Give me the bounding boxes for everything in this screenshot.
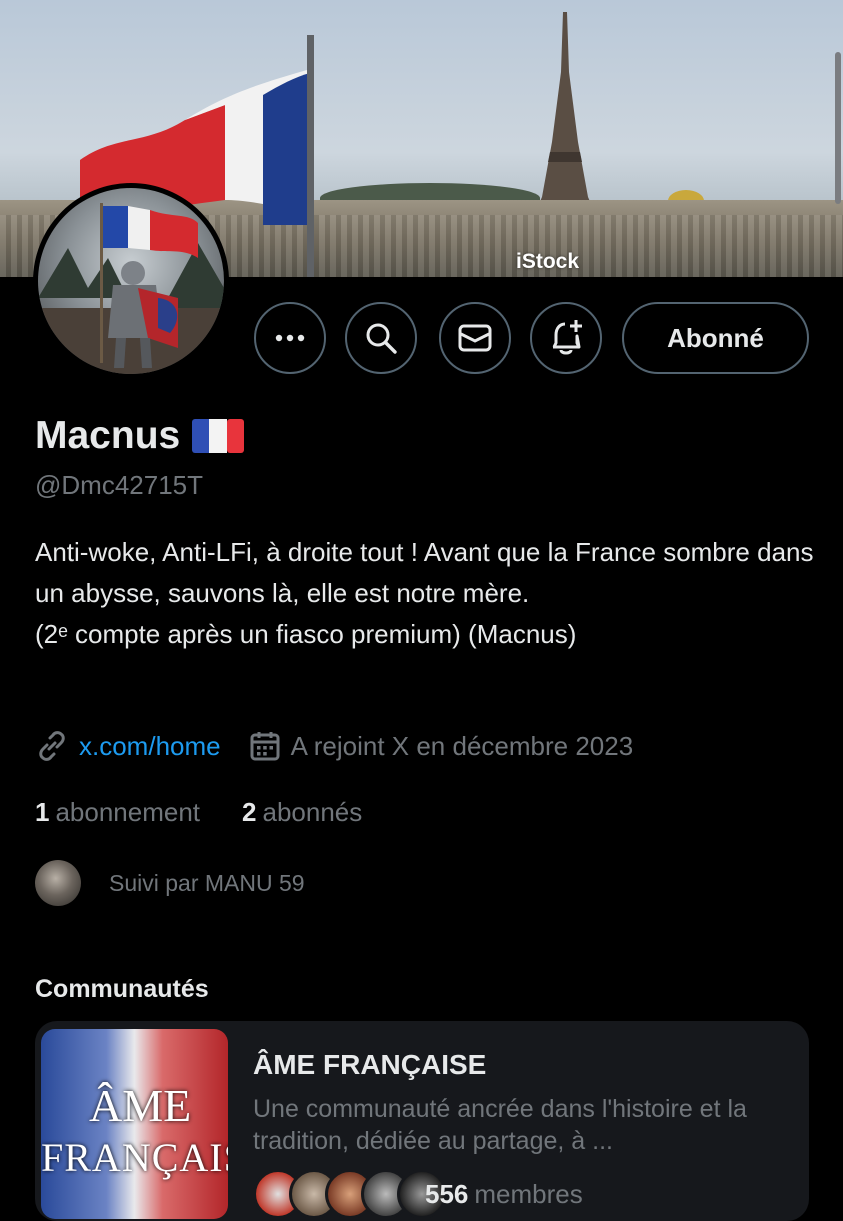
more-icon (275, 334, 305, 342)
message-button[interactable] (439, 302, 511, 374)
communities-title: Communautés (35, 975, 209, 1003)
community-image-text-2: FRANÇAISE (41, 1135, 228, 1180)
avatar-image (38, 188, 224, 374)
community-image: ÂME FRANÇAISE (41, 1029, 228, 1219)
flag-mast (307, 35, 314, 277)
profile-name: Macnus (35, 414, 181, 457)
notifications-button[interactable] (530, 302, 602, 374)
follow-button[interactable]: Abonné (622, 302, 809, 374)
member-count-number: 556 (425, 1179, 469, 1209)
community-card[interactable]: ÂME FRANÇAISE ÂME FRANÇAISE Une communau… (35, 1021, 809, 1221)
bell-plus-icon (552, 320, 582, 355)
following-count: 1 (35, 797, 50, 827)
followers-count: 2 (242, 797, 257, 827)
profile-website-link[interactable]: x.com/home (79, 731, 221, 762)
profile-meta: x.com/home A rejoint X en décembre 2023 (35, 728, 633, 764)
community-description: Une communauté ancrée dans l'histoire et… (253, 1095, 747, 1155)
profile-stats: 1 abonnement 2 abonnés (35, 797, 362, 828)
joined-date: A rejoint X en décembre 2023 (290, 730, 634, 761)
search-button[interactable] (345, 302, 417, 374)
profile-handle: @Dmc42715T (35, 470, 204, 500)
community-name: ÂME FRANÇAISE (253, 1049, 487, 1080)
followed-by[interactable]: Suivi par MANU 59 (35, 860, 305, 906)
scrollbar[interactable] (835, 52, 841, 204)
more-button[interactable] (254, 302, 326, 374)
member-count-label: membres (474, 1179, 583, 1209)
followed-by-text: Suivi par MANU 59 (109, 869, 305, 896)
istock-watermark: iStock (516, 250, 580, 273)
following-stat[interactable]: 1 abonnement (35, 797, 200, 828)
message-icon (458, 324, 492, 352)
community-member-count: 556 membres (425, 1179, 583, 1210)
member-avatars (253, 1169, 447, 1219)
following-label: abonnement (55, 797, 201, 827)
search-icon (366, 323, 397, 354)
profile-avatar[interactable] (33, 183, 229, 379)
community-image-text-1: ÂME (89, 1080, 192, 1131)
follower-avatar (35, 860, 81, 906)
followers-label: abonnés (262, 797, 363, 827)
calendar-icon (250, 732, 280, 761)
link-icon (39, 731, 65, 761)
followers-stat[interactable]: 2 abonnés (242, 797, 362, 828)
profile-bio: Anti-woke, Anti-LFi, à droite tout ! Ava… (35, 537, 814, 649)
knight-illustration (38, 203, 224, 374)
profile-name-row: Macnus (35, 414, 245, 458)
france-flag-icon (192, 419, 245, 453)
